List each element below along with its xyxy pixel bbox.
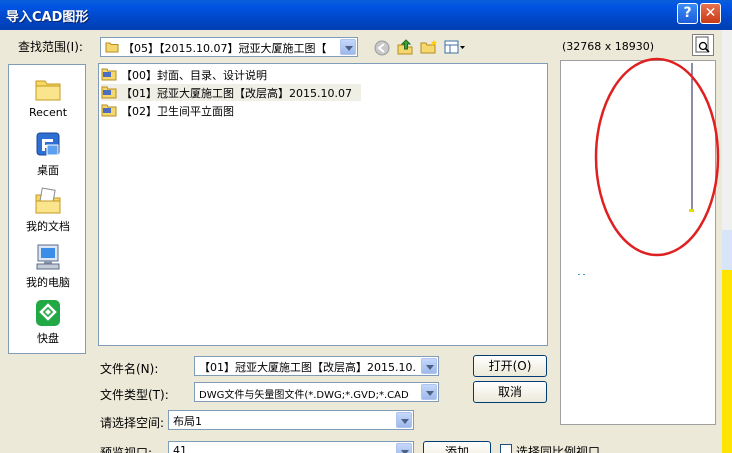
annotation-circle — [594, 57, 720, 257]
filename-value: 【01】冠亚大厦施工图【改层高】2015.10. — [199, 361, 416, 374]
folder-icon — [105, 42, 119, 53]
my-computer-icon — [33, 243, 63, 271]
chevron-down-icon[interactable] — [396, 443, 412, 453]
file-list[interactable]: 【00】封面、目录、设计说明 【01】冠亚大厦施工图【改层高】2015.10.0… — [98, 63, 548, 346]
view-menu-icon[interactable] — [444, 40, 466, 54]
chevron-down-icon[interactable] — [340, 39, 356, 55]
place-desktop[interactable]: 桌面 — [9, 131, 87, 178]
folder-icon — [101, 104, 117, 117]
lookin-label: 查找范围(I): — [18, 40, 83, 54]
filename-input[interactable]: 【01】冠亚大厦施工图【改层高】2015.10. — [194, 356, 439, 376]
place-kuaipan[interactable]: 快盘 — [9, 299, 87, 346]
back-icon[interactable] — [374, 40, 390, 56]
lookin-value: 【05】【2015.10.07】冠亚大厦施工图【 — [123, 42, 327, 55]
my-documents-icon — [33, 187, 63, 215]
kuaipan-icon — [33, 299, 63, 327]
filetype-label: 文件类型(T): — [100, 388, 169, 402]
chevron-down-icon[interactable] — [421, 358, 437, 374]
filetype-select[interactable]: DWG文件与矢量图文件(*.DWG;*.GVD;*.CAD — [194, 382, 439, 402]
same-scale-label: 选择同比例视口 — [516, 445, 601, 453]
title-bar: 导入CAD图形 ? ✕ — [0, 0, 732, 30]
filename-label: 文件名(N): — [100, 362, 159, 376]
place-label: 桌面 — [37, 164, 59, 177]
background-app-strip — [722, 30, 732, 453]
open-button[interactable]: 打开(O) — [473, 355, 547, 377]
cancel-button[interactable]: 取消 — [473, 381, 547, 403]
folder-icon — [101, 86, 117, 99]
help-button[interactable]: ? — [677, 3, 698, 24]
space-select[interactable]: 布局1 — [168, 410, 414, 430]
magnifier-icon — [695, 36, 710, 53]
preview-zoom-button[interactable] — [692, 34, 714, 56]
place-recent[interactable]: Recent — [9, 75, 87, 119]
place-my-computer[interactable]: 我的电脑 — [9, 243, 87, 290]
close-button[interactable]: ✕ — [700, 3, 721, 24]
place-label: 我的电脑 — [26, 276, 70, 289]
window-title: 导入CAD图形 — [6, 10, 89, 25]
list-item[interactable]: 【02】卫生间平立面图 — [101, 102, 361, 119]
space-label: 请选择空间: — [100, 416, 165, 430]
places-bar: Recent 桌面 我的文档 我的电脑 快盘 — [8, 64, 86, 354]
viewport-label: 预览视口: — [100, 446, 153, 453]
same-scale-checkbox[interactable] — [500, 444, 512, 453]
place-my-documents[interactable]: 我的文档 — [9, 187, 87, 234]
list-item[interactable]: 【00】封面、目录、设计说明 — [101, 66, 361, 83]
folder-icon — [101, 68, 117, 81]
viewport-select[interactable]: 41 — [168, 441, 414, 453]
place-label: 我的文档 — [26, 220, 70, 233]
lookin-combo[interactable]: 【05】【2015.10.07】冠亚大厦施工图【 — [100, 37, 358, 57]
place-label: 快盘 — [37, 332, 59, 345]
up-folder-icon[interactable] — [396, 38, 414, 56]
space-value: 布局1 — [173, 415, 202, 428]
preview-dimensions: (32768 x 18930) — [562, 40, 655, 53]
viewport-value: 41 — [173, 444, 187, 453]
place-label: Recent — [28, 106, 68, 119]
chevron-down-icon[interactable] — [396, 412, 412, 428]
add-button[interactable]: 添加 — [423, 441, 491, 453]
filetype-value: DWG文件与矢量图文件(*.DWG;*.GVD;*.CAD — [199, 390, 409, 401]
chevron-down-icon[interactable] — [421, 384, 437, 400]
desktop-icon — [33, 131, 63, 159]
recent-folder-icon — [33, 75, 63, 103]
new-folder-icon[interactable] — [420, 39, 438, 55]
list-item-selected[interactable]: 【01】冠亚大厦施工图【改层高】2015.10.07 — [101, 84, 361, 101]
